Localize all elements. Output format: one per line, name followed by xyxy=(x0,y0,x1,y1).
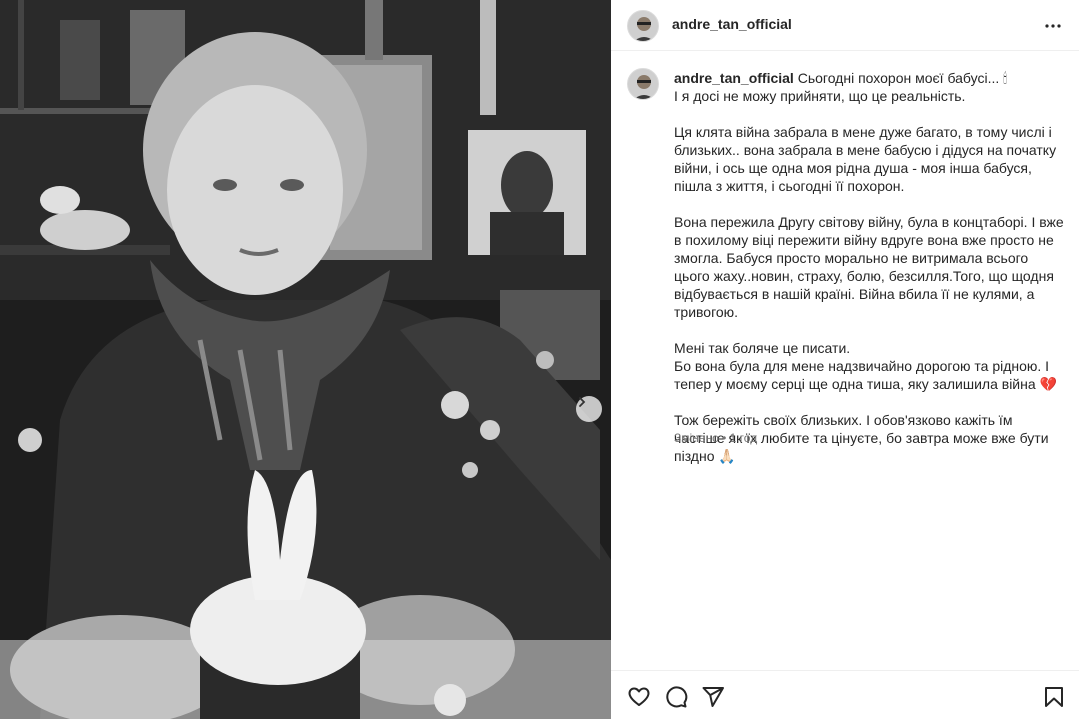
post-header: andre_tan_official xyxy=(611,0,1079,51)
bookmark-icon xyxy=(1045,687,1063,707)
more-horizontal-icon xyxy=(1045,24,1061,28)
caption-line: Ця клята війна забрала в мене дуже багат… xyxy=(674,124,1057,194)
next-photo-button[interactable] xyxy=(576,396,602,422)
avatar-image xyxy=(628,69,658,99)
caption-first-line: Сьогодні похорон моєї бабусі... 🕯 xyxy=(797,70,1008,86)
post-meta: Змінено • 1 год xyxy=(674,431,757,445)
photo-image xyxy=(0,0,611,719)
more-options-button[interactable] xyxy=(1041,14,1065,38)
post-caption: andre_tan_official Сьогодні похорон моєї… xyxy=(674,69,1064,465)
caption-line: І я досі не можу прийняти, що це реальні… xyxy=(674,88,966,104)
comment-icon xyxy=(666,686,688,708)
post-time[interactable]: 1 год xyxy=(730,431,758,445)
action-bar xyxy=(611,670,1079,719)
post-photo[interactable] xyxy=(0,0,611,719)
caption-line: Мені так боляче це писати. xyxy=(674,340,851,356)
send-icon xyxy=(702,687,724,707)
save-button[interactable] xyxy=(1042,685,1066,709)
header-username[interactable]: andre_tan_official xyxy=(672,16,792,32)
caption-line: Бо вона була для мене надзвичайно дорого… xyxy=(674,358,1057,392)
post-sidebar: andre_tan_official andre_tan_official Сь… xyxy=(611,0,1079,719)
share-button[interactable] xyxy=(701,685,725,709)
caption-line: Вона пережила Другу світову війну, була … xyxy=(674,214,1064,320)
heart-icon xyxy=(628,687,650,706)
meta-separator: • xyxy=(722,431,727,445)
edited-label: Змінено xyxy=(674,431,719,445)
caption-avatar[interactable] xyxy=(627,68,659,100)
caption-line: andre_tan_official Сьогодні похорон моєї… xyxy=(674,69,1064,87)
caption-username[interactable]: andre_tan_official xyxy=(674,70,794,86)
like-button[interactable] xyxy=(627,685,651,709)
avatar-image xyxy=(628,11,658,41)
comment-button[interactable] xyxy=(664,685,688,709)
chevron-right-icon xyxy=(579,397,586,407)
avatar[interactable] xyxy=(627,10,659,42)
